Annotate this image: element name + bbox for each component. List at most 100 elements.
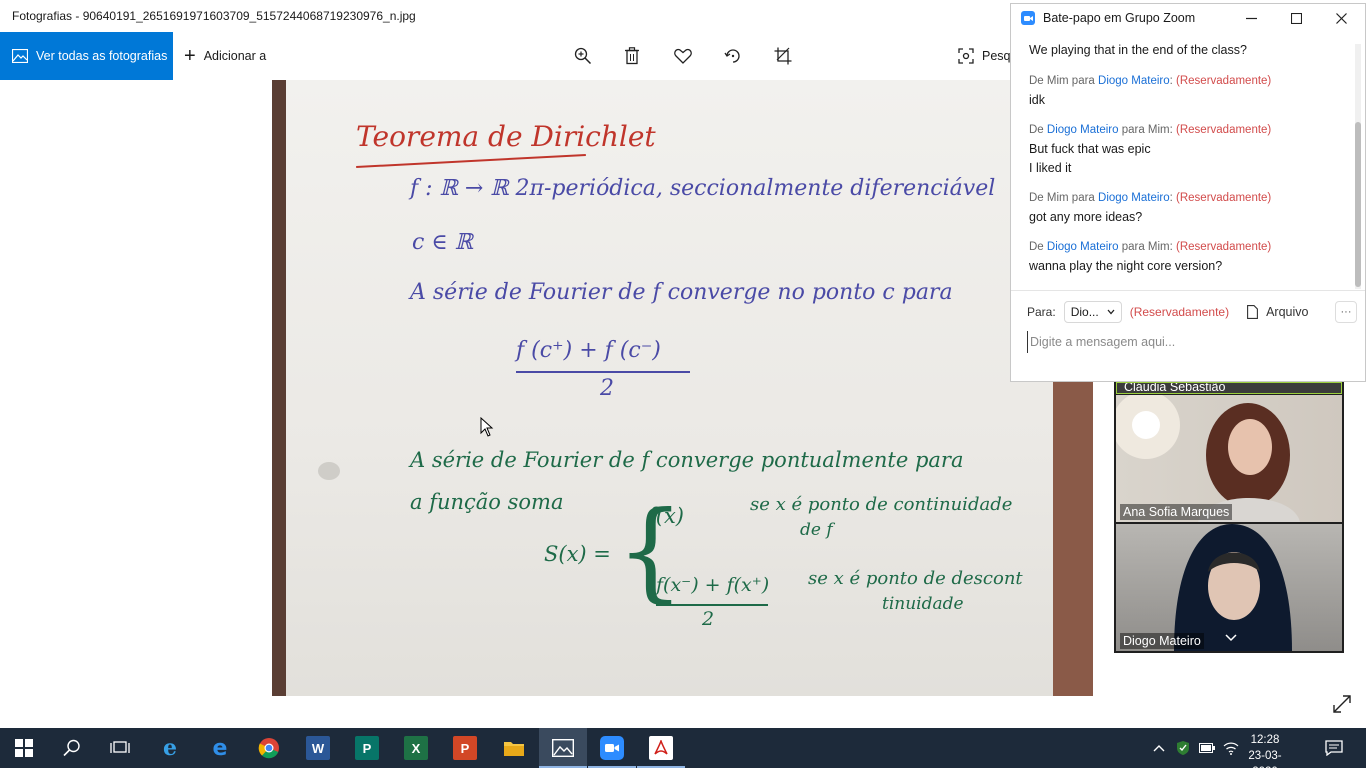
meta-prefix: De (1029, 241, 1047, 253)
word-icon[interactable]: W (306, 736, 330, 760)
meta-from: De Mim para (1029, 75, 1099, 87)
more-options-button[interactable]: ··· (1335, 301, 1357, 323)
clock-time: 12:28 (1250, 734, 1280, 746)
file-icon (1247, 305, 1259, 319)
meta-private: (Reservadamente) (1176, 124, 1272, 136)
notifications-icon[interactable] (1324, 738, 1344, 758)
rotate-icon[interactable] (721, 44, 745, 68)
meta-private: (Reservadamente) (1176, 192, 1272, 204)
chevron-up-icon[interactable] (1151, 740, 1167, 756)
clock[interactable]: 12:28 23-03-2020 (1236, 732, 1294, 768)
chat-message-input[interactable] (1027, 331, 1347, 353)
windows-start-icon[interactable] (12, 736, 36, 760)
zoom-icon[interactable] (600, 736, 624, 760)
note-line-5: a função soma (410, 490, 564, 514)
case-2-condition-cont: tinuidade (882, 594, 964, 614)
case-1-condition-cont: de f (800, 520, 833, 540)
file-button[interactable]: Arquivo (1247, 305, 1308, 319)
recipient-private-label: (Reservadamente) (1129, 305, 1230, 319)
participant-name: Ana Sofia Marques (1120, 504, 1233, 520)
chrome-icon[interactable] (257, 736, 281, 760)
recipient-row: Para: Dio... (Reservadamente) Arquivo ··… (1027, 301, 1357, 323)
recipient-select[interactable]: Dio... (1063, 301, 1122, 323)
see-all-photos-button[interactable]: Ver todas as fotografias (0, 32, 173, 80)
meta-colon: : (1169, 192, 1173, 204)
participant-name: Cláudia Sebastião (1124, 382, 1226, 394)
task-view-icon[interactable] (108, 736, 132, 760)
battery-icon[interactable] (1199, 740, 1215, 756)
zoom-video-gallery: Cláudia Sebastião Ana Sofia Marques Diog… (1114, 382, 1344, 653)
maximize-button[interactable] (1286, 8, 1306, 28)
full-screen-icon[interactable] (1330, 692, 1354, 716)
case-1-condition: se x é ponto de continuidade (750, 494, 1013, 515)
see-all-photos-label: Ver todas as fotografias (36, 49, 168, 63)
visual-search-icon (958, 48, 974, 64)
crop-icon[interactable] (771, 44, 795, 68)
zoom-in-icon[interactable] (571, 44, 595, 68)
photo-icon (12, 49, 28, 63)
photo-edge-right (1053, 380, 1093, 696)
taskbar: e e W P X P 12:28 23-03-2020 (0, 728, 1366, 768)
zoom-logo-icon (1021, 11, 1035, 25)
chat-message: But fuck that was epic (1029, 142, 1151, 156)
fraction-numerator: f (c⁺) + f (c⁻) (516, 338, 661, 363)
to-label: Para: (1027, 305, 1056, 319)
chevron-down-icon (1107, 309, 1115, 315)
chat-scrollbar[interactable] (1355, 44, 1361, 289)
excel-icon[interactable]: X (404, 736, 428, 760)
meta-recipient[interactable]: Diogo Mateiro (1098, 75, 1170, 87)
video-tile[interactable]: Diogo Mateiro (1116, 524, 1342, 651)
chat-message-line: I liked it (1029, 161, 1072, 175)
chat-messages[interactable]: We playing that in the end of the class?… (1011, 32, 1353, 286)
note-line-1: f : ℝ → ℝ 2π-periódica, seccionalmente d… (410, 176, 996, 201)
chat-message-meta: De Mim para Diogo Mateiro: (Reservadamen… (1029, 75, 1271, 87)
meta-colon: : (1169, 75, 1173, 87)
chat-header: Bate-papo em Grupo Zoom (1011, 4, 1365, 32)
minimize-button[interactable] (1241, 8, 1261, 28)
file-explorer-icon[interactable] (502, 736, 526, 760)
close-button[interactable] (1331, 8, 1351, 28)
heart-icon[interactable] (671, 44, 695, 68)
search-icon[interactable] (60, 736, 84, 760)
fraction-bar (516, 371, 690, 373)
add-to-button[interactable]: + Adicionar a (184, 32, 266, 80)
sum-function-label: S(x) = (544, 542, 611, 566)
chat-message: wanna play the night core version? (1029, 259, 1223, 273)
edge-icon[interactable]: e (208, 736, 232, 761)
security-icon[interactable] (1175, 740, 1191, 756)
publisher-icon[interactable]: P (355, 736, 379, 760)
meta-sender[interactable]: Diogo Mateiro (1047, 241, 1119, 253)
photo-edge-left (272, 80, 286, 696)
note-line-4: A série de Fourier de f converge pontual… (410, 448, 964, 472)
participant-name: Diogo Mateiro (1120, 633, 1204, 649)
mouse-cursor-icon (480, 417, 494, 437)
plus-icon: + (184, 45, 196, 67)
delete-icon[interactable] (620, 44, 644, 68)
chat-message-meta: De Diogo Mateiro para Mim: (Reservadamen… (1029, 241, 1271, 253)
case-2-denominator: 2 (702, 608, 715, 630)
case-2-numerator: f(x⁻) + f(x⁺) (656, 574, 770, 596)
search-button[interactable]: Pesqu (958, 44, 1017, 68)
fraction-denominator: 2 (600, 376, 614, 401)
file-label: Arquivo (1266, 305, 1309, 319)
meta-to: para Mim: (1118, 241, 1173, 253)
meta-prefix: De (1029, 124, 1047, 136)
note-line-3: A série de Fourier de f converge no pont… (410, 280, 953, 305)
video-tile[interactable]: Ana Sofia Marques (1116, 395, 1342, 522)
note-title: Teorema de Dirichlet (356, 120, 656, 153)
chat-scrollbar-thumb[interactable] (1355, 122, 1361, 287)
chat-message-meta: De Diogo Mateiro para Mim: (Reservadamen… (1029, 124, 1271, 136)
acrobat-icon[interactable] (649, 736, 673, 760)
meta-sender[interactable]: Diogo Mateiro (1047, 124, 1119, 136)
photos-icon[interactable] (551, 736, 575, 760)
chevron-down-icon[interactable] (1220, 629, 1242, 647)
meta-recipient[interactable]: Diogo Mateiro (1098, 192, 1170, 204)
chat-divider (1011, 290, 1365, 291)
chat-message: We playing that in the end of the class? (1029, 43, 1247, 57)
paper-hole (318, 462, 340, 480)
powerpoint-icon[interactable]: P (453, 736, 477, 760)
internet-explorer-icon[interactable]: e (158, 735, 182, 761)
photo-view[interactable]: Teorema de Dirichlet f : ℝ → ℝ 2π-periód… (272, 80, 1093, 696)
video-tile[interactable]: Cláudia Sebastião (1116, 382, 1342, 394)
clock-date: 23-03-2020 (1248, 750, 1282, 768)
